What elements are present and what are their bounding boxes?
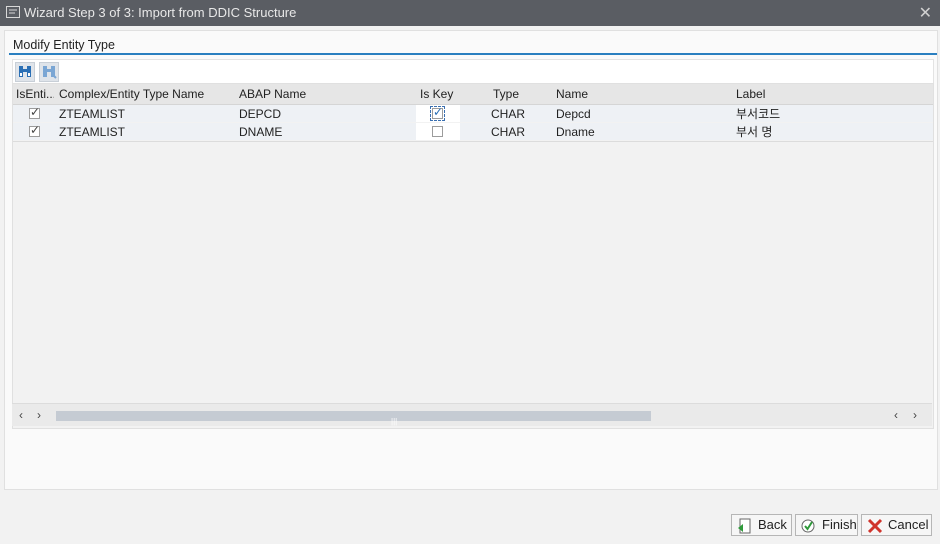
name-cell[interactable]: Dname [556,123,726,141]
abap-name-cell[interactable]: DNAME [239,123,414,141]
complex-name-cell[interactable]: ZTEAMLIST [59,105,234,123]
back-button[interactable]: Back [731,514,792,536]
close-icon[interactable]: ✕ [919,3,932,23]
label-cell[interactable]: 부서 명 [736,123,926,141]
window-titlebar: Wizard Step 3 of 3: Import from DDIC Str… [0,0,940,26]
label-cell[interactable]: 부서코드 [736,105,926,123]
section-title: Modify Entity Type [13,38,115,52]
is-key-checkbox[interactable]: ✓ [430,105,445,121]
cancel-button[interactable]: Cancel [861,514,932,536]
window-icon [6,6,20,18]
finish-label: Finish [822,517,857,532]
back-icon [738,518,751,534]
table-header: IsEnti... Complex/Entity Type Name ABAP … [13,84,933,105]
is-entity-checkbox[interactable]: ✓ [29,123,40,137]
is-entity-checkbox[interactable]: ✓ [29,105,40,119]
table-row[interactable]: ✓ ZTEAMLIST DEPCD ✓ CHAR Depcd 부서코드 [13,105,933,122]
name-cell[interactable]: Depcd [556,105,726,123]
find-button[interactable] [15,62,35,82]
scroll-right-icon[interactable]: › [913,408,917,422]
table-toolbar [12,59,934,85]
col-complex-name[interactable]: Complex/Entity Type Name [59,85,234,103]
table-row[interactable]: ✓ ZTEAMLIST DNAME CHAR Dname 부서 명 [13,123,933,140]
col-type[interactable]: Type [493,85,533,103]
wizard-dialog: Modify Entity Type IsEnti... Complex/Ent [4,30,938,490]
scroll-right-icon[interactable]: ‹ [894,408,898,422]
finish-button[interactable]: Finish [795,514,858,536]
cancel-icon [867,518,883,534]
find-next-icon [43,66,57,79]
binoculars-icon [19,66,31,77]
is-key-checkbox[interactable] [432,126,443,137]
horizontal-scrollbar[interactable]: ‹ › ||| ‹ › [12,403,932,426]
type-cell[interactable]: CHAR [491,123,531,141]
col-is-entity[interactable]: IsEnti... [16,85,54,103]
scroll-left-icon[interactable]: ‹ [19,408,23,422]
type-cell[interactable]: CHAR [491,105,531,123]
back-label: Back [758,517,787,532]
col-is-key[interactable]: Is Key [420,85,460,103]
scroll-left-icon[interactable]: › [37,408,41,422]
scrollbar-grip: ||| [391,417,398,426]
col-abap-name[interactable]: ABAP Name [239,85,414,103]
window-title: Wizard Step 3 of 3: Import from DDIC Str… [24,5,297,20]
complex-name-cell[interactable]: ZTEAMLIST [59,123,234,141]
cancel-label: Cancel [888,517,929,532]
col-name[interactable]: Name [556,85,726,103]
entity-table: IsEnti... Complex/Entity Type Name ABAP … [12,83,934,429]
find-next-button[interactable] [39,62,59,82]
section-divider [9,53,937,55]
abap-name-cell[interactable]: DEPCD [239,105,414,123]
col-label[interactable]: Label [736,85,926,103]
finish-icon [801,519,815,533]
scrollbar-thumb[interactable]: ||| [56,411,651,426]
